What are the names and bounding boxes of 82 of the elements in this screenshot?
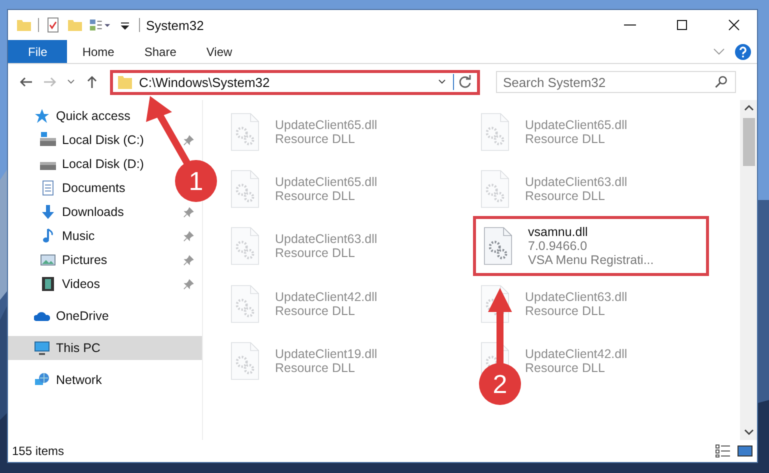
file-name: UpdateClient65.dll (275, 174, 378, 188)
file-description: Resource DLL (275, 304, 355, 318)
file-item[interactable]: vsamnu.dll 7.0.9466.0 VSA Menu Registrati... (473, 216, 709, 276)
picture-icon (40, 252, 56, 268)
file-description: Resource DLL (525, 304, 605, 318)
download-arrow-icon (40, 204, 56, 220)
film-icon (40, 276, 56, 292)
address-path: C:\Windows\System32 (139, 74, 271, 90)
scrollbar[interactable] (740, 100, 757, 440)
sidebar-item[interactable]: Videos (8, 272, 202, 296)
file-name: UpdateClient63.dll (275, 232, 378, 246)
gear-file-icon (229, 226, 261, 266)
file-description: Resource DLL (275, 188, 355, 202)
sidebar-item[interactable]: Network (8, 368, 202, 392)
gear-file-icon (229, 340, 261, 380)
search-icon (714, 75, 728, 89)
help-icon[interactable] (735, 44, 751, 60)
sidebar-item[interactable]: This PC (8, 336, 202, 360)
thumbnail-view-icon[interactable] (737, 444, 753, 458)
window-title: System32 (146, 18, 204, 32)
sidebar-item[interactable]: Music (8, 224, 202, 248)
ribbon-tab[interactable]: View (191, 40, 248, 63)
dropdown-icon[interactable] (437, 78, 447, 86)
sidebar-item[interactable]: Local Disk (D:) (8, 152, 144, 176)
search-field[interactable]: Search System32 (496, 71, 736, 93)
gear-file-icon (479, 168, 511, 208)
sidebar-item[interactable]: Downloads (8, 200, 202, 224)
sidebar-item[interactable]: Pictures (8, 248, 202, 272)
properties-icon[interactable] (45, 17, 61, 33)
scroll-thumb[interactable] (742, 118, 754, 166)
gear-file-icon (229, 112, 261, 152)
drive-icon (40, 132, 56, 148)
sidebar-item[interactable]: Local Disk (C:) (8, 128, 202, 152)
gear-file-icon (479, 112, 511, 152)
view-icon[interactable] (89, 17, 111, 33)
scroll-down-icon[interactable] (744, 428, 754, 436)
file-description: Resource DLL (275, 246, 355, 260)
minimize-icon (624, 24, 636, 26)
close-icon (728, 19, 740, 31)
address-bar[interactable]: C:\Windows\System32 (110, 70, 480, 94)
gear-file-icon (482, 226, 514, 266)
star-icon (34, 108, 50, 124)
music-note-icon (40, 228, 56, 244)
scroll-up-icon[interactable] (744, 104, 754, 112)
file-name: UpdateClient65.dll (525, 118, 628, 132)
file-description: Resource DLL (525, 360, 605, 374)
recent-icon[interactable] (66, 78, 76, 86)
ribbon-tab[interactable]: File (8, 40, 68, 63)
file-version: 7.0.9466.0 (528, 239, 588, 253)
gear-file-icon (229, 168, 261, 208)
details-view-icon[interactable] (715, 444, 731, 458)
monitor-icon (34, 340, 50, 356)
pin-icon[interactable] (183, 206, 194, 218)
file-name: UpdateClient63.dll (525, 174, 628, 188)
sidebar-item[interactable]: OneDrive (8, 304, 202, 328)
gear-file-icon (229, 284, 261, 324)
refresh-icon[interactable] (453, 74, 473, 90)
file-name: vsamnu.dll (528, 225, 589, 239)
item-count: 155 items (12, 444, 64, 458)
file-description: VSA Menu Registrati... (528, 253, 654, 267)
file-description: Resource DLL (525, 188, 605, 202)
ribbon-tab[interactable]: Home (67, 40, 130, 63)
sidebar-item[interactable]: Documents (8, 176, 126, 200)
file-description: Resource DLL (275, 132, 355, 146)
file-name: UpdateClient19.dll (275, 346, 378, 360)
file-description: Resource DLL (525, 132, 605, 146)
folder-icon (117, 74, 133, 90)
file-name: UpdateClient63.dll (525, 290, 628, 304)
file-description: Resource DLL (275, 360, 355, 374)
pin-icon[interactable] (183, 278, 194, 290)
pin-icon[interactable] (183, 230, 194, 242)
ribbon-tab[interactable]: Share (129, 40, 192, 63)
maximize-icon (676, 19, 688, 31)
network-icon (34, 372, 50, 388)
sidebar-item[interactable]: Quick access (8, 104, 202, 128)
file-name: UpdateClient65.dll (275, 118, 378, 132)
document-icon (40, 180, 56, 196)
pin-icon[interactable] (183, 254, 194, 266)
file-name: UpdateClient42.dll (525, 346, 628, 360)
file-name: UpdateClient42.dll (275, 290, 378, 304)
expand-ribbon-icon[interactable] (713, 48, 725, 56)
pin-icon[interactable] (183, 134, 194, 146)
